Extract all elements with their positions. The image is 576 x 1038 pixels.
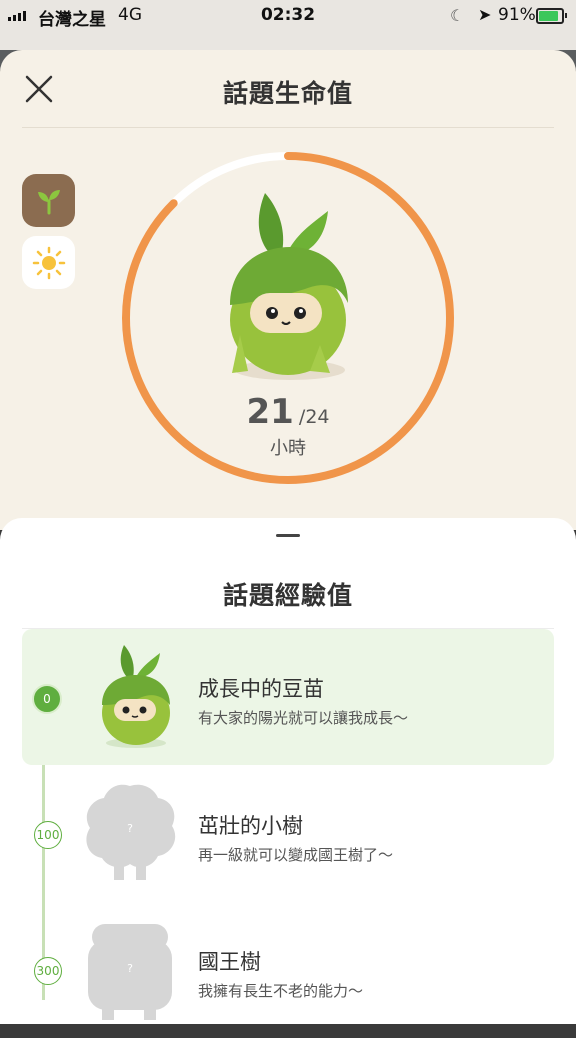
level-name: 成長中的豆苗 bbox=[198, 677, 324, 701]
sprout-icon bbox=[37, 189, 60, 214]
svg-text:?: ? bbox=[127, 962, 133, 975]
drag-handle[interactable] bbox=[276, 534, 300, 537]
king-tree-silhouette-icon: ? bbox=[88, 924, 172, 1020]
tab-sprout[interactable] bbox=[22, 174, 75, 227]
battery-percent: 91% bbox=[498, 5, 536, 25]
level-item-small-tree[interactable]: ? 茁壯的小樹 再一級就可以變成國王樹了～ bbox=[22, 766, 554, 902]
status-bar: 台灣之星 4G 02:32 ☾ ➤ 91% bbox=[0, 0, 576, 50]
sun-icon bbox=[32, 246, 65, 279]
level-node-current: 0 bbox=[32, 684, 62, 714]
level-item-sprout[interactable]: 成長中的豆苗 有大家的陽光就可以讓我成長～ bbox=[22, 629, 554, 765]
life-value: 21 /24 bbox=[0, 392, 576, 432]
life-max: /24 bbox=[298, 406, 330, 428]
experience-title: 話題經驗值 bbox=[222, 581, 353, 610]
bean-sprout-mascot bbox=[230, 193, 348, 380]
level-item-king-tree[interactable]: ? 國王樹 我擁有長生不老的能力～ bbox=[22, 902, 554, 1038]
level-name: 茁壯的小樹 bbox=[198, 814, 303, 838]
battery-icon bbox=[536, 8, 567, 24]
experience-panel: 話題經驗值 成長中的豆苗 有大家的陽光就可以讓我成長～ 0 ? 茁壯的小樹 再一… bbox=[0, 518, 576, 1024]
level-node: 100 bbox=[34, 821, 62, 849]
divider bbox=[22, 127, 554, 128]
level-node: 300 bbox=[34, 957, 62, 985]
tab-sun[interactable] bbox=[22, 236, 75, 289]
sprout-level-image bbox=[102, 645, 170, 748]
small-tree-silhouette-icon: ? bbox=[86, 784, 176, 880]
location-arrow-icon: ➤ bbox=[478, 5, 492, 24]
level-description: 我擁有長生不老的能力～ bbox=[198, 982, 364, 1000]
life-unit: 小時 bbox=[270, 438, 306, 459]
level-name: 國王樹 bbox=[198, 950, 261, 974]
level-description: 有大家的陽光就可以讓我成長～ bbox=[198, 709, 409, 727]
page-title: 話題生命值 bbox=[222, 79, 353, 108]
level-description: 再一級就可以變成國王樹了～ bbox=[198, 846, 394, 864]
life-current: 21 bbox=[246, 392, 294, 432]
life-sheet: 話題生命值 21 /24 小時 bbox=[0, 50, 576, 530]
svg-text:?: ? bbox=[127, 822, 133, 835]
do-not-disturb-icon: ☾ bbox=[450, 6, 465, 25]
